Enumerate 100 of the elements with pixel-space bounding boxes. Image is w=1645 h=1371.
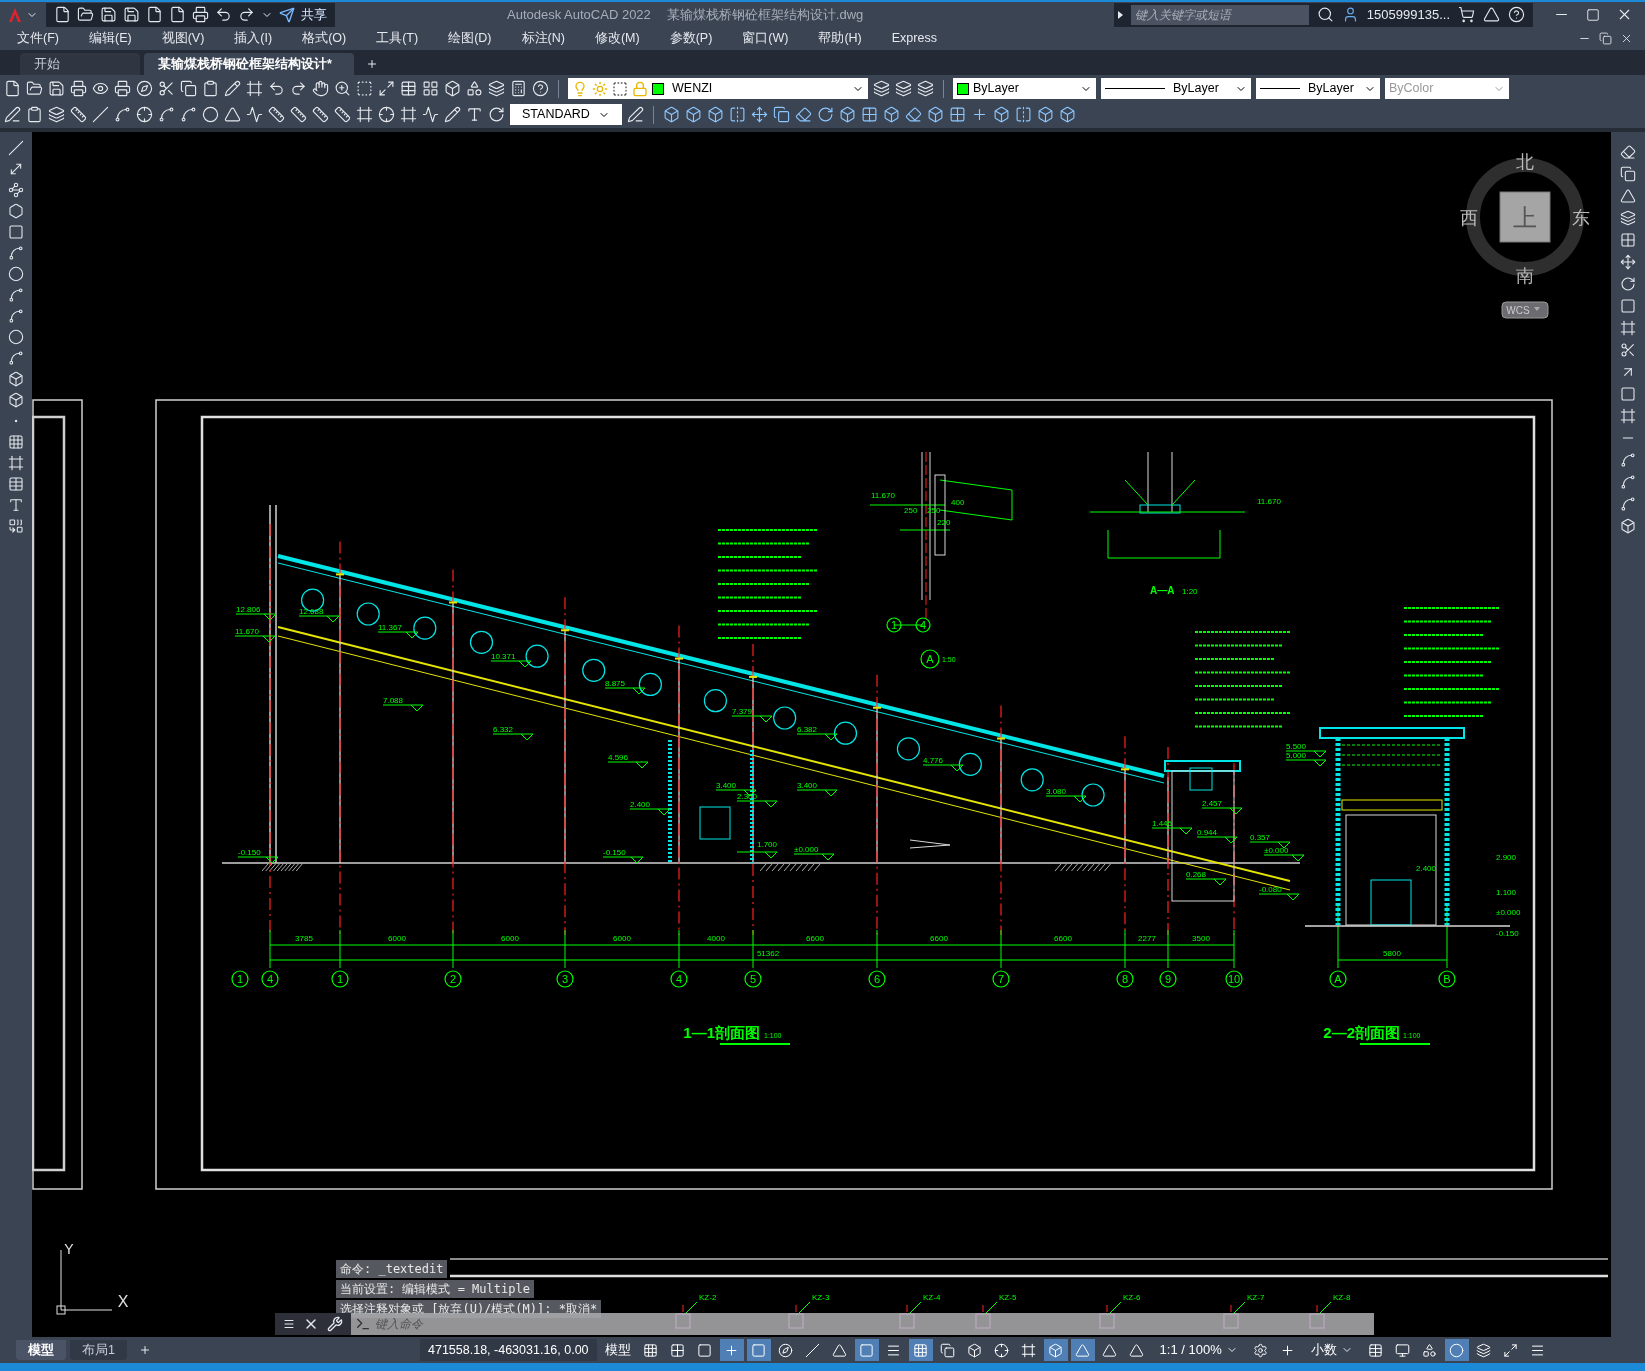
axis-bubble: 6 [868,970,886,988]
axis-bubble: 5 [744,970,762,988]
compass-label: 西 [1460,208,1478,228]
elevation-label: -0.080 [1259,885,1282,894]
column-tag: KZ-6 [1123,1293,1141,1302]
elevation-label: 7.088 [383,696,404,705]
color-name[interactable]: ByLayer [973,79,1019,98]
elevation-label: 3.400 [716,781,737,790]
dimension-label: 6000 [388,934,406,943]
elevation-label: 6.382 [797,725,818,734]
detail-label: 11.670 [871,491,895,500]
elevation-label: 4.596 [608,753,629,762]
elevation-label: ±0.000 [794,845,819,854]
axis-bubble: 3 [556,970,574,988]
linetype-dropdown[interactable]: ByLayer [1101,78,1251,99]
dimension-label: 4000 [707,934,725,943]
layout-tab[interactable]: 模型 [16,1340,66,1360]
detail-label: 11.670 [1257,497,1281,506]
menu-item[interactable]: 窗口(W) [733,29,798,48]
dimension-label: 2277 [1138,934,1156,943]
column-tag: KZ-7 [1247,1293,1265,1302]
dimension-label: 6600 [806,934,824,943]
menu-item[interactable]: Express [882,29,946,48]
column-tag: KZ-2 [699,1293,717,1302]
elevation-label: 2.457 [1202,799,1223,808]
menu-item[interactable]: 工具(T) [367,29,428,48]
dimension-label: 6600 [1054,934,1072,943]
axis-bubble: 1 [886,617,902,633]
axis-bubble: 10 [1225,970,1243,988]
document-tab[interactable]: 某输煤栈桥钢砼框架结构设计* [144,53,354,75]
file-title: 某输煤栈桥钢砼框架结构设计.dwg [666,5,864,24]
lineweight-dropdown[interactable]: ByLayer [1256,78,1380,99]
elevation-label: 0.268 [1186,870,1207,879]
elevation-label: 1.100 [1496,888,1517,897]
dimension-label: 51362 [756,949,780,958]
elevation-label: ±0.000 [1264,846,1289,855]
color-dropdown[interactable]: ByLayer [953,78,1096,99]
axis-bubble: 9 [1159,970,1177,988]
axis-bubble: A [920,649,940,669]
layer-name[interactable]: WENZI [672,79,713,98]
model-space-button[interactable]: 模型 [596,1339,639,1361]
elevation-label: 4.776 [923,756,944,765]
axis-bubble: 4 [670,970,688,988]
elevation-label: 5.500 [1286,742,1307,751]
column-tag: KZ-3 [812,1293,830,1302]
detail-label: 400 [951,498,965,507]
menu-item[interactable]: 帮助(H) [809,29,871,48]
elevation-label: 1.700 [757,840,778,849]
menu-item[interactable]: 视图(V) [152,29,214,48]
dimension-label: 5800 [1383,949,1401,958]
dimension-label: 3785 [295,934,313,943]
linetype-name[interactable]: ByLayer [1173,79,1219,98]
elevation-label: 2.900 [1496,853,1517,862]
elevation-label: 2.400 [1416,864,1437,873]
app-title: Autodesk AutoCAD 2022 [507,5,651,24]
elevation-label: -0.150 [238,848,261,857]
elevation-label: 12.688 [299,607,324,616]
menu-item[interactable]: 插入(I) [225,29,282,48]
elevation-label: 3.400 [797,781,818,790]
annotation-scale-dropdown[interactable]: 1:1 / 100% [1159,1340,1222,1360]
axis-bubble: B [1438,970,1456,988]
menu-item[interactable]: 文件(F) [8,29,68,48]
dimension-label: 6000 [613,934,631,943]
elevation-label: 5.000 [1286,751,1307,760]
search-field[interactable]: 键入关键字或短语 [1130,4,1309,25]
column-tag: KZ-4 [923,1293,941,1302]
elevation-label: 10.371 [491,652,516,661]
share-link[interactable]: 共享 [301,4,327,25]
command-field[interactable]: 键入命令 [351,1313,1374,1335]
elevation-label: 7.379 [732,707,753,716]
scale-label: 1:20 [1182,587,1198,596]
user-name[interactable]: 1505999135... [1366,4,1450,25]
menu-item[interactable]: 格式(O) [293,29,356,48]
units-dropdown[interactable]: 小数 [1310,1340,1337,1360]
axis-bubble: 4 [915,617,931,633]
menu-item[interactable]: 标注(N) [512,29,574,48]
layer-dropdown[interactable]: WENZI [568,78,868,99]
elevation-label: 11.367 [378,623,402,632]
text-style-name[interactable]: STANDARD [522,105,590,124]
menu-item[interactable]: 修改(M) [585,29,649,48]
column-tag: KZ-8 [1333,1293,1351,1302]
section-title: 1—1剖面图 [683,1024,760,1041]
axis-bubble: 1 [331,970,349,988]
elevation-label: ±0.000 [1496,908,1521,917]
elevation-label: 8.875 [605,679,626,688]
text-style-dropdown[interactable]: STANDARD [510,104,622,125]
compass-label: 南 [1516,266,1534,286]
elevation-label: 2.300 [737,792,758,801]
detail-label: 220 [937,518,951,527]
compass-label: 北 [1516,152,1534,172]
axis-bubble: 2 [444,970,462,988]
menu-item[interactable]: 参数(P) [660,29,722,48]
document-tab[interactable]: 开始 [20,53,140,75]
layout-tab[interactable]: 布局1 [70,1340,127,1360]
menu-item[interactable]: 绘图(D) [439,29,501,48]
elevation-label: -0.150 [603,848,626,857]
menu-item[interactable]: 编辑(E) [79,29,141,48]
dimension-label: 3500 [1192,934,1210,943]
lineweight-name[interactable]: ByLayer [1308,79,1354,98]
elevation-label: 0.944 [1197,828,1218,837]
